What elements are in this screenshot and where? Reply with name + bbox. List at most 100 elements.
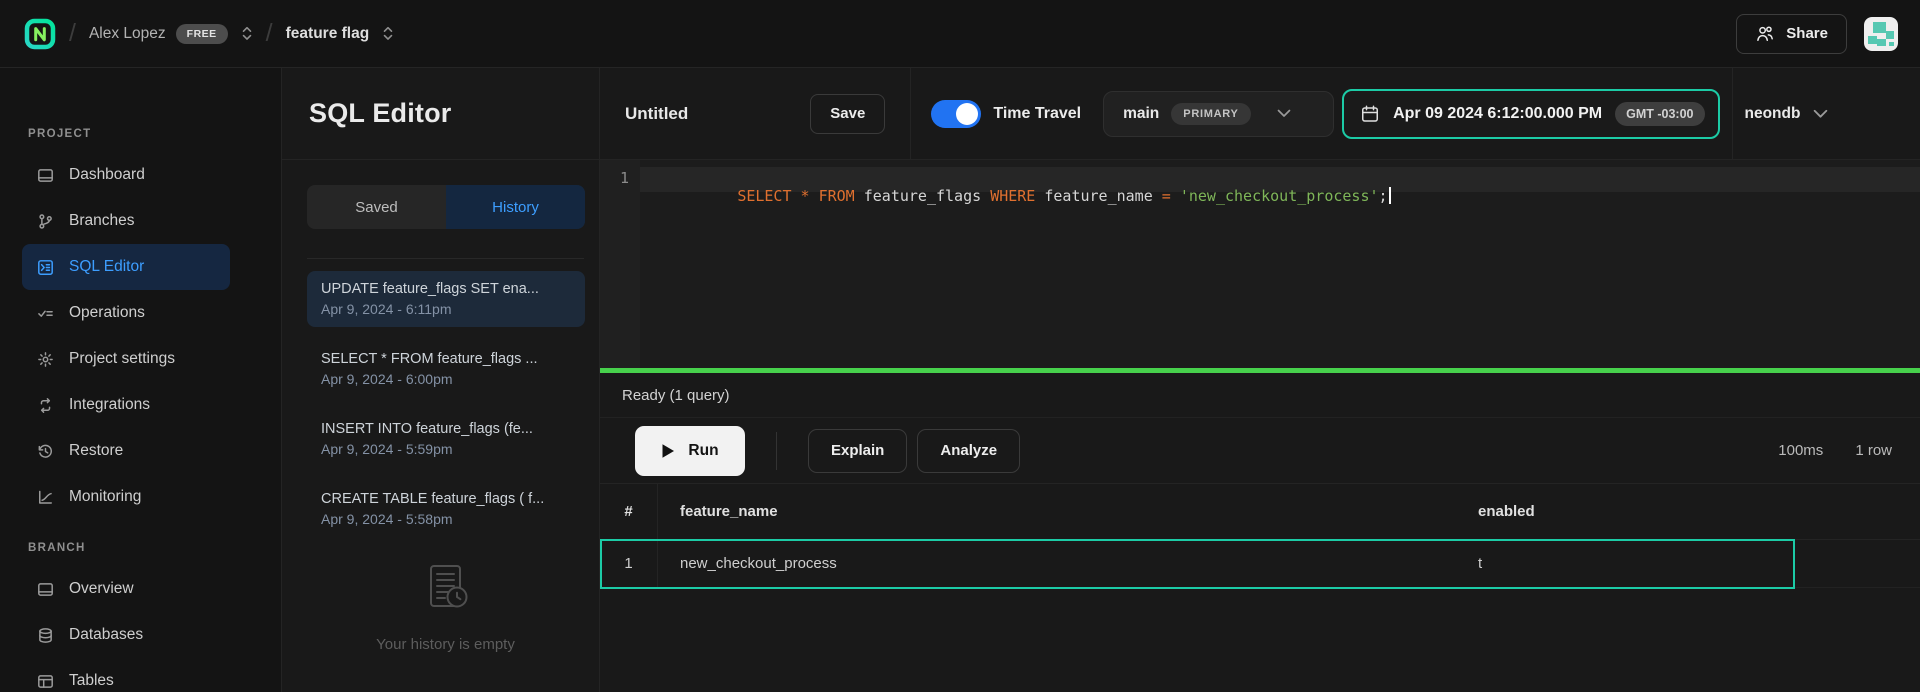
sidebar-item-operations[interactable]: Operations — [22, 290, 230, 336]
query-title: Untitled — [625, 104, 688, 124]
code-token: SELECT — [737, 187, 791, 205]
breadcrumb-org[interactable]: Alex Lopez FREE — [89, 24, 253, 44]
sidebar-item-monitoring[interactable]: Monitoring — [22, 474, 230, 520]
nav-section-label: BRANCH — [28, 542, 281, 554]
project-name: feature flag — [286, 25, 370, 43]
code-token: FROM — [819, 187, 855, 205]
databases-icon — [36, 626, 54, 644]
sidebar-item-label: Overview — [69, 580, 134, 598]
sidebar-item-project-settings[interactable]: Project settings — [22, 336, 230, 382]
sidebar-item-overview[interactable]: Overview — [22, 566, 230, 612]
save-button[interactable]: Save — [810, 94, 885, 134]
neon-logo-icon[interactable] — [24, 18, 56, 50]
code-line[interactable]: SELECT * FROM feature_flags WHERE featur… — [640, 160, 1391, 368]
empty-state-text: Your history is empty — [307, 636, 584, 653]
sidebar-item-label: Operations — [69, 304, 145, 322]
sidebar-item-sql-editor[interactable]: SQL Editor — [22, 244, 230, 290]
restore-icon — [36, 442, 54, 460]
divider — [910, 68, 911, 160]
sidebar-item-branches[interactable]: Branches — [22, 198, 230, 244]
history-query-date: Apr 9, 2024 - 5:59pm — [321, 441, 571, 457]
time-travel-timestamp-picker[interactable]: Apr 09 2024 6:12:00.000 PM GMT -03:00 — [1342, 89, 1719, 139]
branch-select[interactable]: main PRIMARY — [1103, 91, 1334, 137]
code-token: feature_name — [1035, 187, 1161, 205]
org-name: Alex Lopez — [89, 25, 166, 43]
status-bar: Ready (1 query) — [600, 373, 1920, 418]
run-button[interactable]: Run — [635, 426, 745, 476]
editor-toolbar: Untitled Save Time Travel main PRIMARY — [600, 68, 1920, 160]
time-travel-toggle[interactable] — [931, 100, 981, 128]
tables-icon — [36, 672, 54, 690]
sidebar-item-tables[interactable]: Tables — [22, 658, 230, 692]
branches-icon — [36, 212, 54, 230]
table-cell: new_checkout_process — [658, 540, 1478, 587]
database-select[interactable]: neondb — [1745, 105, 1853, 123]
history-query-date: Apr 9, 2024 - 5:58pm — [321, 511, 571, 527]
timezone-badge: GMT -03:00 — [1615, 102, 1704, 126]
code-token: ; — [1379, 187, 1388, 205]
operations-icon — [36, 304, 54, 322]
table-cell: t — [1478, 540, 1920, 587]
line-number: 1 — [620, 169, 629, 187]
history-empty-state: Your history is empty — [307, 559, 584, 653]
calendar-icon — [1360, 104, 1380, 124]
sidebar-item-dashboard[interactable]: Dashboard — [22, 152, 230, 198]
divider — [1732, 68, 1733, 160]
table-header-row: #feature_nameenabled — [600, 484, 1920, 540]
breadcrumb-project[interactable]: feature flag — [286, 25, 395, 43]
code-token: WHERE — [990, 187, 1035, 205]
tab-history[interactable]: History — [446, 185, 585, 229]
explain-button[interactable]: Explain — [808, 429, 907, 473]
saved-history-tabs: SavedHistory — [307, 185, 585, 229]
monitoring-icon — [36, 488, 54, 506]
topbar: / Alex Lopez FREE / feature flag — [0, 0, 1920, 68]
divider — [776, 432, 777, 470]
history-item[interactable]: INSERT INTO feature_flags (fe... Apr 9, 2… — [307, 411, 585, 467]
breadcrumb-separator: / — [266, 19, 273, 48]
page-title: SQL Editor — [309, 98, 452, 129]
org-selector-chevrons-icon[interactable] — [241, 25, 253, 42]
panel-header: SQL Editor — [282, 68, 599, 160]
sidebar-item-databases[interactable]: Databases — [22, 612, 230, 658]
sidebar-item-label: Project settings — [69, 350, 175, 368]
query-duration: 100ms — [1778, 442, 1823, 459]
tab-saved[interactable]: Saved — [307, 185, 446, 229]
sidebar-item-label: Databases — [69, 626, 143, 644]
settings-icon — [36, 350, 54, 368]
user-avatar[interactable] — [1864, 17, 1898, 51]
play-icon — [661, 443, 675, 459]
sidebar-item-restore[interactable]: Restore — [22, 428, 230, 474]
run-label: Run — [688, 442, 718, 460]
database-name: neondb — [1745, 105, 1801, 123]
history-query-text: INSERT INTO feature_flags (fe... — [321, 421, 571, 437]
sidebar-item-label: Integrations — [69, 396, 150, 414]
table-row[interactable]: 1new_checkout_processt — [600, 540, 1920, 588]
row-count: 1 row — [1855, 442, 1892, 459]
code-token: feature_flags — [855, 187, 990, 205]
integrations-icon — [36, 396, 54, 414]
nav-section: PROJECTDashboardBranchesSQL EditorOperat… — [22, 128, 281, 520]
plan-badge: FREE — [176, 24, 228, 44]
history-item[interactable]: CREATE TABLE feature_flags ( f... Apr 9, … — [307, 481, 585, 537]
share-button[interactable]: Share — [1736, 14, 1847, 54]
sidebar-item-integrations[interactable]: Integrations — [22, 382, 230, 428]
sidebar-item-label: Branches — [69, 212, 134, 230]
text-cursor — [1389, 187, 1391, 204]
primary-badge: PRIMARY — [1171, 103, 1250, 125]
sql-editor-icon — [36, 258, 54, 276]
overview-icon — [36, 580, 54, 598]
status-text: Ready (1 query) — [622, 387, 730, 404]
history-query-text: CREATE TABLE feature_flags ( f... — [321, 491, 571, 507]
code-tokens: SELECT * FROM feature_flags WHERE featur… — [737, 187, 1387, 205]
line-number-gutter: 1 — [600, 160, 640, 368]
results-table: #feature_nameenabled1new_checkout_proces… — [600, 483, 1920, 692]
project-selector-chevrons-icon[interactable] — [382, 25, 394, 42]
sql-code-editor[interactable]: 1 SELECT * FROM feature_flags WHERE feat… — [600, 160, 1920, 368]
history-item[interactable]: UPDATE feature_flags SET ena...Apr 9, 20… — [307, 271, 585, 327]
analyze-button[interactable]: Analyze — [917, 429, 1020, 473]
history-query-text: SELECT * FROM feature_flags ... — [321, 351, 571, 367]
code-token — [792, 187, 801, 205]
history-item[interactable]: SELECT * FROM feature_flags ...Apr 9, 20… — [307, 341, 585, 397]
column-header: feature_name — [658, 484, 1478, 539]
history-query-date: Apr 9, 2024 - 6:11pm — [321, 301, 571, 317]
